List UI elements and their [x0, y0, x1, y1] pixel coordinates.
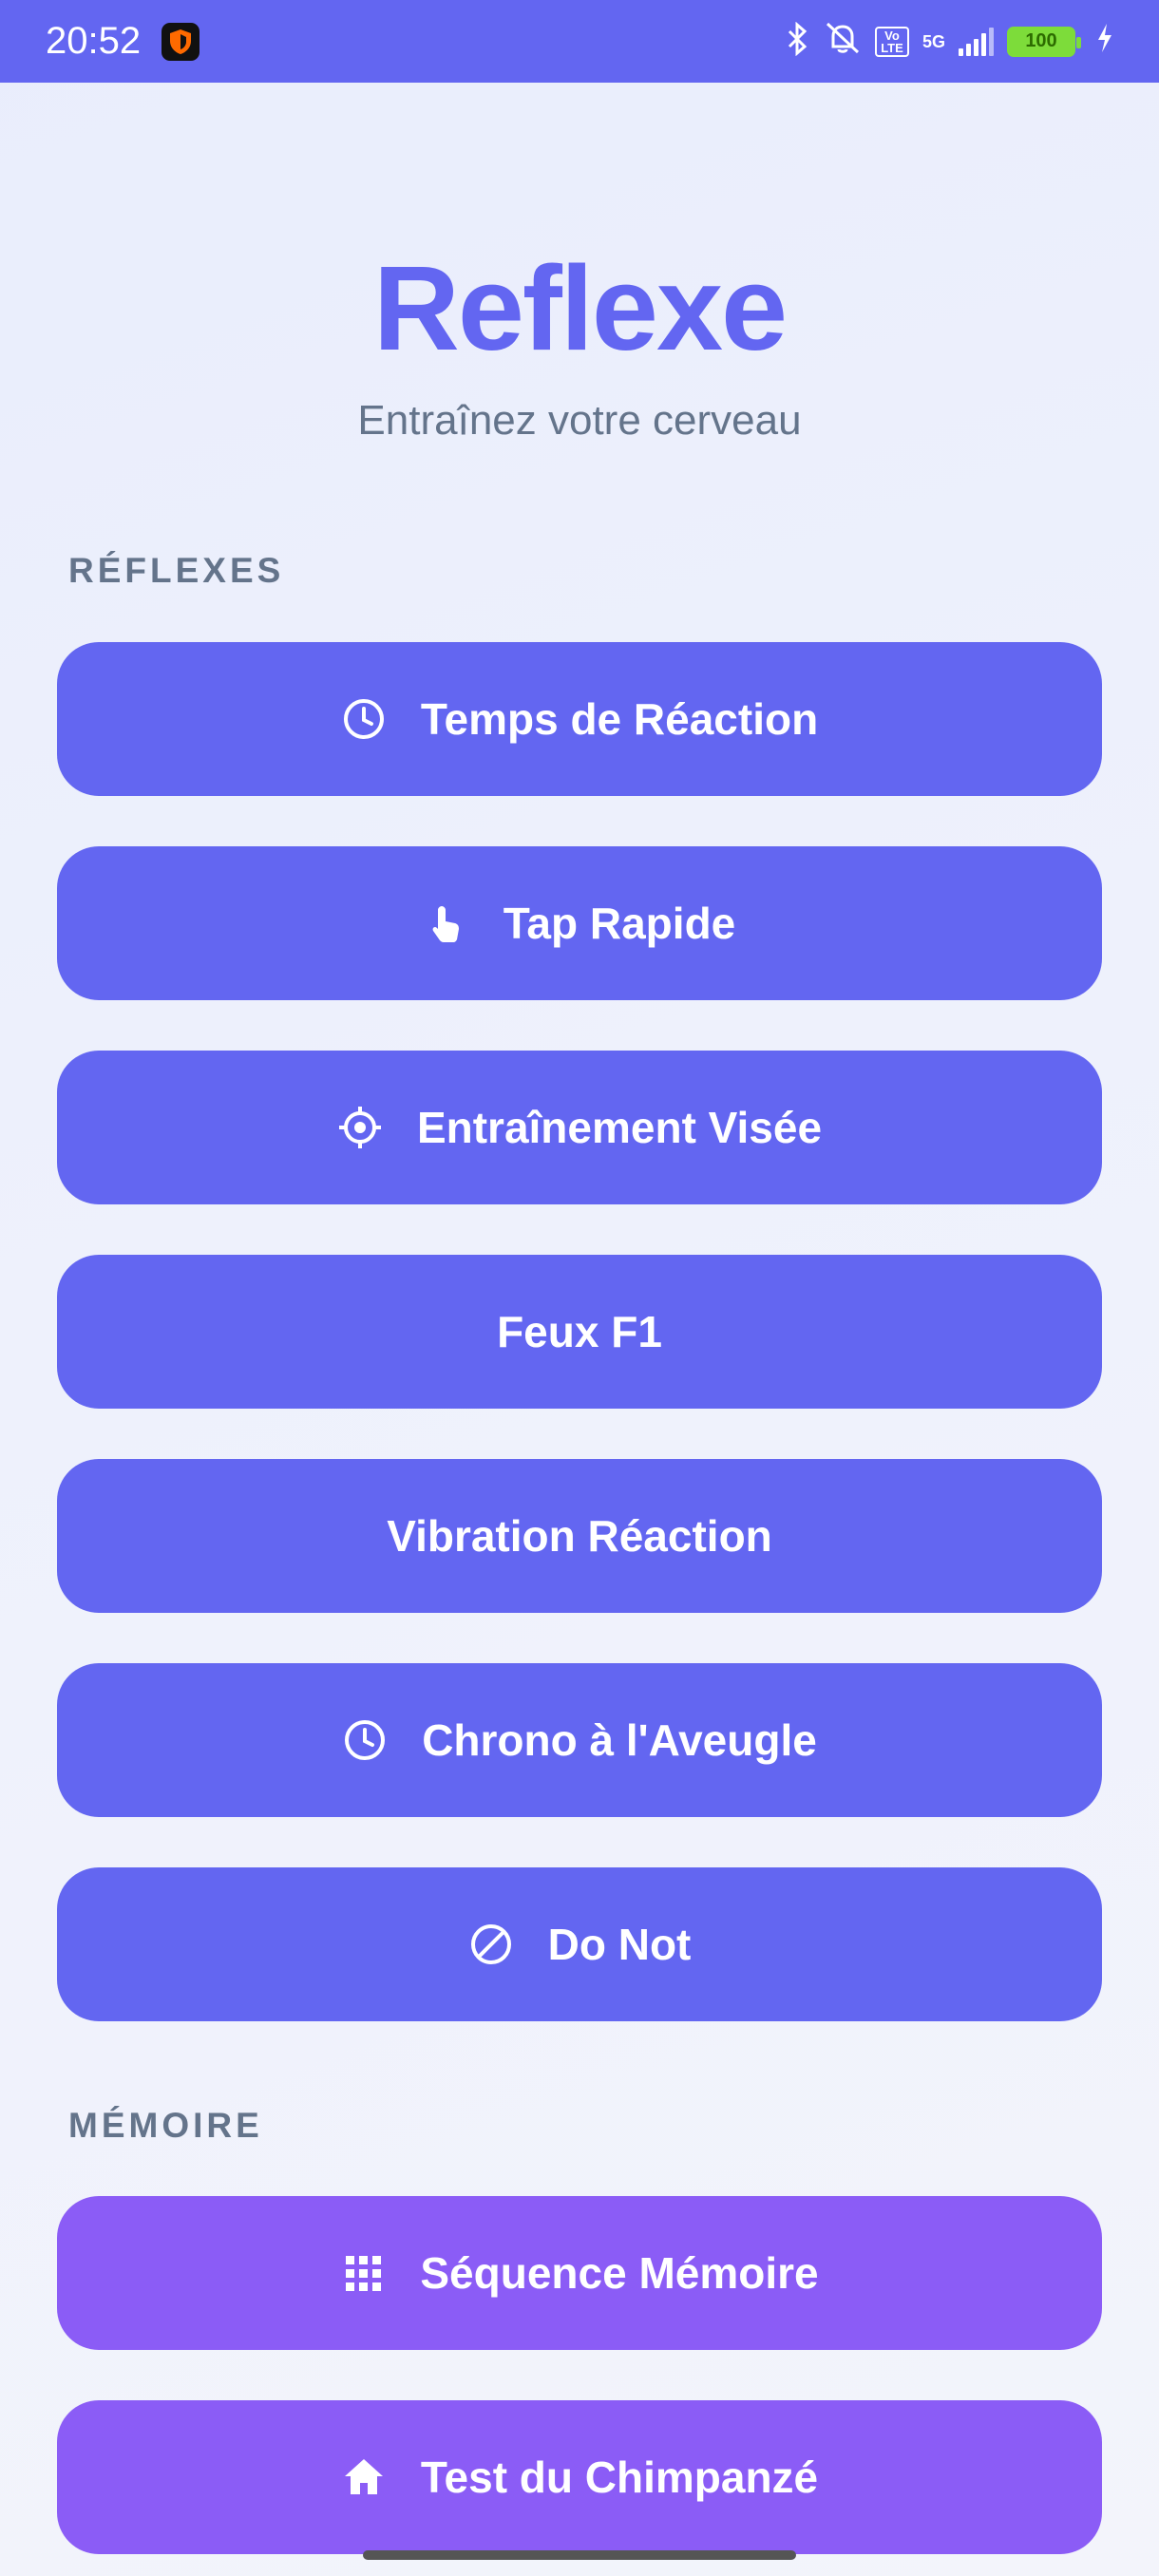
tap-hand-icon: [424, 900, 469, 946]
button-label: Do Not: [547, 1920, 692, 1969]
button-label: Séquence Mémoire: [420, 2248, 819, 2298]
home-icon: [341, 2454, 387, 2500]
button-label: Temps de Réaction: [420, 694, 819, 744]
signal-icon: [959, 27, 994, 56]
crosshair-icon: [337, 1105, 383, 1150]
do-not-button[interactable]: Do Not: [57, 1867, 1102, 2021]
chimpanzee-test-button[interactable]: Test du Chimpanzé: [57, 2400, 1102, 2554]
app-subtitle: Entraînez votre cerveau: [357, 397, 802, 444]
section-label-memoire: MÉMOIRE: [68, 2106, 263, 2145]
f1-lights-button[interactable]: Feux F1: [57, 1255, 1102, 1409]
bell-off-icon: [824, 20, 862, 63]
button-label: Entraînement Visée: [416, 1103, 823, 1152]
section-label-reflexes: RÉFLEXES: [68, 551, 285, 590]
grid-icon: [340, 2250, 386, 2296]
home-indicator[interactable]: [363, 2550, 796, 2560]
button-label: Tap Rapide: [503, 899, 736, 948]
quick-tap-button[interactable]: Tap Rapide: [57, 846, 1102, 1000]
status-time: 20:52: [46, 20, 142, 62]
button-label: Chrono à l'Aveugle: [422, 1715, 817, 1765]
prohibited-icon: [468, 1922, 514, 1967]
status-bar: 20:52 Vo LTE 5G 100: [0, 0, 1159, 83]
app-title: Reflexe: [372, 241, 788, 375]
button-label: Test du Chimpanzé: [420, 2453, 819, 2502]
aim-training-button[interactable]: Entraînement Visée: [57, 1051, 1102, 1204]
network-label: 5G: [922, 31, 945, 51]
blind-chrono-button[interactable]: Chrono à l'Aveugle: [57, 1663, 1102, 1817]
battery-icon: 100: [1007, 26, 1081, 57]
app-shield-icon: [162, 22, 200, 61]
button-label: Vibration Réaction: [387, 1511, 772, 1561]
reaction-time-button[interactable]: Temps de Réaction: [57, 642, 1102, 796]
bluetooth-icon: [786, 21, 810, 62]
memory-sequence-button[interactable]: Séquence Mémoire: [57, 2196, 1102, 2350]
clock-icon: [341, 696, 387, 742]
button-label: Feux F1: [497, 1307, 662, 1356]
vibration-reaction-button[interactable]: Vibration Réaction: [57, 1459, 1102, 1613]
clock-icon: [342, 1717, 388, 1763]
charging-icon: [1096, 23, 1113, 60]
volte-icon: Vo LTE: [874, 26, 909, 57]
